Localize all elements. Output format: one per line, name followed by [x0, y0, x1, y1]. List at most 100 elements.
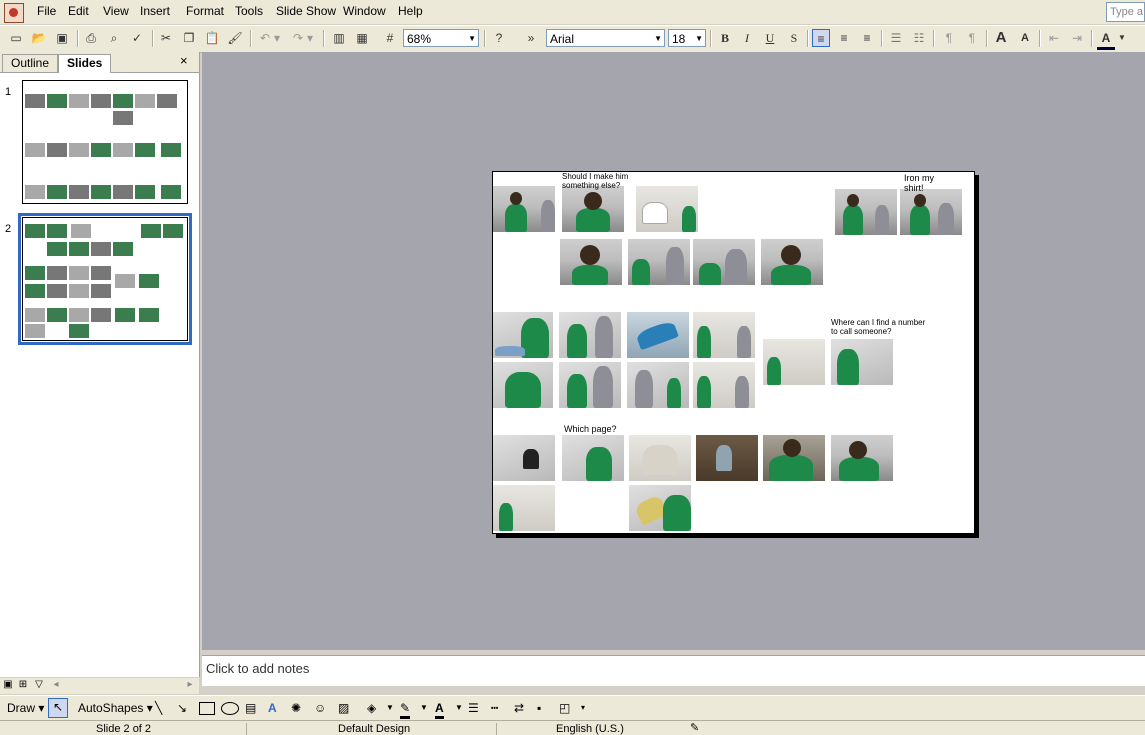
toolbar-options-icon[interactable]: » [525, 29, 537, 47]
3d-style-icon[interactable]: ◰ [559, 700, 570, 716]
align-left-icon[interactable]: ≡ [812, 29, 830, 47]
slide-photo[interactable] [562, 186, 624, 232]
powerpoint-app-icon[interactable] [4, 3, 24, 23]
chevron-down-icon[interactable]: ▼ [455, 700, 463, 716]
slide-photo[interactable] [696, 435, 758, 481]
line-icon[interactable]: ╲ [155, 700, 162, 716]
tab-slides[interactable]: Slides [58, 54, 112, 73]
slide-sorter-icon[interactable]: ⊞ [17, 679, 29, 691]
slide-photo[interactable] [627, 362, 689, 408]
insert-picture-icon[interactable]: ▨ [338, 700, 349, 716]
slide-photo[interactable] [628, 239, 690, 285]
menu-help[interactable]: Help [398, 4, 423, 18]
wordart-icon[interactable]: A [268, 700, 277, 716]
chevron-down-icon[interactable]: ▼ [695, 30, 703, 48]
slide-photo[interactable] [627, 312, 689, 358]
slide-photo[interactable] [835, 189, 897, 235]
shadow-icon[interactable]: S [785, 29, 803, 47]
shadow-style-icon[interactable]: ▪ [537, 700, 541, 716]
ltr-icon[interactable]: ¶ [940, 29, 958, 47]
slide-photo[interactable] [493, 362, 553, 408]
slide-thumbnail-2[interactable] [18, 213, 192, 345]
slide-caption[interactable]: Should I make him something else? [562, 172, 642, 190]
zoom-combo[interactable]: 68% ▼ [403, 29, 479, 47]
close-icon[interactable]: × [180, 53, 188, 68]
rtl-icon[interactable]: ¶ [963, 29, 981, 47]
menu-edit[interactable]: Edit [68, 4, 89, 18]
menu-format[interactable]: Format [186, 4, 224, 18]
scroll-right-icon[interactable]: ▸ [184, 679, 196, 691]
redo-dropdown-icon[interactable]: ▾ [305, 29, 315, 47]
arrow-style-icon[interactable]: ⇄ [514, 700, 524, 716]
print-icon[interactable]: ⎙ [82, 29, 100, 47]
decrease-font-icon[interactable]: A [1016, 29, 1034, 47]
toolbar-options-icon[interactable]: ▾ [581, 700, 585, 716]
undo-dropdown-icon[interactable]: ▾ [272, 29, 282, 47]
font-color-icon[interactable]: A [1097, 29, 1115, 50]
slide-photo[interactable] [900, 189, 962, 235]
menu-insert[interactable]: Insert [140, 4, 170, 18]
scroll-left-icon[interactable]: ◂ [50, 679, 62, 691]
normal-view-icon[interactable]: ▣ [2, 679, 14, 691]
slide-photo[interactable] [761, 239, 823, 285]
arrow-icon[interactable]: ↘ [177, 700, 187, 716]
slide-photo[interactable] [831, 339, 893, 385]
numbering-icon[interactable]: ☰ [887, 29, 905, 47]
slide-photo[interactable] [693, 239, 755, 285]
help-icon[interactable]: ? [490, 29, 508, 47]
slide-photo[interactable] [559, 312, 621, 358]
slide-photo[interactable] [560, 239, 622, 285]
chart-icon[interactable]: ▥ [330, 29, 348, 47]
select-objects-icon[interactable]: ↖ [48, 698, 68, 718]
slide-caption[interactable]: Which page? [564, 424, 617, 434]
increase-font-icon[interactable]: A [992, 29, 1010, 47]
draw-menu-button[interactable]: Draw ▾ [7, 700, 44, 716]
notes-pane[interactable] [202, 655, 1145, 686]
autoshapes-menu-button[interactable]: AutoShapes ▾ [78, 700, 153, 716]
chevron-down-icon[interactable]: ▼ [468, 30, 476, 48]
slide-photo[interactable] [693, 312, 755, 358]
slide-photo[interactable] [493, 186, 555, 232]
dash-style-icon[interactable]: ┅ [491, 700, 498, 716]
notes-placeholder[interactable]: Click to add notes [206, 661, 309, 676]
slide-photo[interactable] [493, 485, 555, 531]
print-preview-icon[interactable]: ⌕ [105, 29, 123, 47]
menu-view[interactable]: View [103, 4, 129, 18]
slide-photo[interactable] [629, 435, 691, 481]
slide-photo[interactable] [693, 362, 755, 408]
slide-photo[interactable] [636, 186, 698, 232]
copy-icon[interactable]: ❐ [180, 29, 198, 47]
ask-question-box[interactable]: Type a [1106, 2, 1145, 22]
menu-window[interactable]: Window [343, 4, 386, 18]
new-icon[interactable]: ▭ [7, 29, 25, 47]
chevron-down-icon[interactable]: ▼ [1117, 29, 1127, 47]
slide-photo[interactable] [831, 435, 893, 481]
diagram-icon[interactable]: ✺ [291, 700, 301, 716]
slide-photo[interactable] [763, 339, 825, 385]
rectangle-icon[interactable] [199, 702, 215, 715]
spelling-status-icon[interactable]: ✎ [690, 721, 699, 734]
line-style-icon[interactable]: ☰ [468, 700, 479, 716]
chevron-down-icon[interactable]: ▼ [654, 30, 662, 48]
slide-photo[interactable] [493, 312, 553, 358]
menu-tools[interactable]: Tools [235, 4, 263, 18]
underline-icon[interactable]: U [761, 29, 779, 47]
align-right-icon[interactable]: ≡ [858, 29, 876, 47]
font-name-combo[interactable]: Arial ▼ [546, 29, 665, 47]
slide-photo[interactable] [562, 435, 624, 481]
open-icon[interactable]: 📂 [30, 29, 48, 47]
format-painter-icon[interactable]: 🖌 [226, 29, 244, 47]
slide-caption[interactable]: Where can I find a number to call someon… [831, 318, 931, 336]
italic-icon[interactable]: I [738, 29, 756, 47]
increase-indent-icon[interactable]: ⇥ [1068, 29, 1086, 47]
chevron-down-icon[interactable]: ▼ [386, 700, 394, 716]
center-icon[interactable]: ≡ [835, 29, 853, 47]
cut-icon[interactable]: ✂ [157, 29, 175, 47]
save-icon[interactable]: ▣ [53, 29, 71, 47]
menu-file[interactable]: File [37, 4, 56, 18]
line-color-icon[interactable]: ✎ [400, 700, 411, 719]
slide-canvas[interactable]: Should I make him something else? Iron m… [492, 171, 975, 534]
slide-caption[interactable]: Iron my shirt! [904, 173, 954, 193]
slide-photo[interactable] [763, 435, 825, 481]
slide-show-icon[interactable]: ▽ [33, 679, 45, 691]
